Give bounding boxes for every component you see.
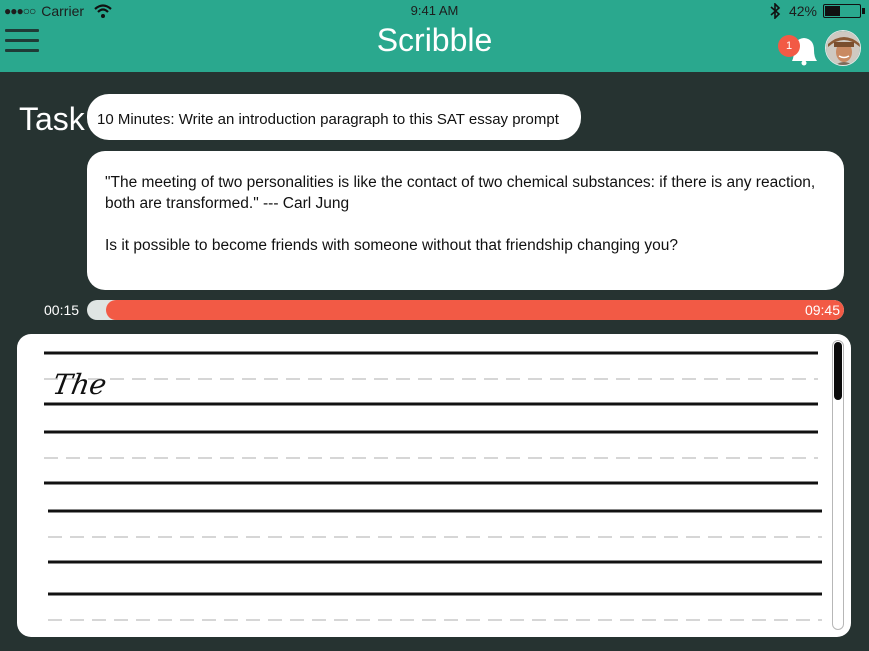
ruled-lines bbox=[44, 351, 822, 621]
menu-icon[interactable] bbox=[5, 29, 39, 55]
essay-prompt-card: "The meeting of two personalities is lik… bbox=[87, 151, 844, 290]
timer-progress-bar bbox=[87, 300, 844, 320]
bluetooth-icon bbox=[770, 3, 781, 19]
carrier-label: Carrier bbox=[41, 3, 85, 19]
status-time: 9:41 AM bbox=[410, 3, 459, 18]
handwriting-canvas[interactable]: The bbox=[17, 334, 851, 637]
notification-badge: 1 bbox=[778, 35, 800, 57]
avatar-image bbox=[826, 31, 860, 65]
battery-percent: 42% bbox=[788, 3, 817, 19]
app-header: ●●●○○ Carrier 9:41 AM 42% Scribble 1 bbox=[0, 0, 869, 72]
wifi-icon bbox=[94, 4, 112, 18]
task-heading: Task bbox=[19, 101, 85, 137]
handwritten-text: The bbox=[50, 368, 110, 401]
avatar[interactable] bbox=[825, 30, 861, 66]
status-bar-left: ●●●○○ Carrier bbox=[4, 3, 112, 19]
scrollbar-thumb[interactable] bbox=[834, 342, 842, 400]
status-bar-right: 42% bbox=[769, 3, 865, 19]
prompt-question: Is it possible to become friends with so… bbox=[105, 237, 678, 254]
battery-icon bbox=[823, 4, 865, 18]
prompt-quote-line-2: both are transformed." --- Carl Jung bbox=[105, 195, 350, 212]
notifications-button[interactable]: 1 bbox=[778, 30, 822, 66]
remaining-time: 09:45 bbox=[804, 302, 840, 318]
prompt-quote-line-1: "The meeting of two personalities is lik… bbox=[105, 174, 816, 191]
timer-progress-fill bbox=[105, 300, 844, 320]
app-title: Scribble bbox=[376, 22, 493, 58]
writing-scrollbar[interactable] bbox=[832, 340, 844, 630]
elapsed-time: 00:15 bbox=[44, 302, 80, 318]
task-summary: 10 Minutes: Write an introduction paragr… bbox=[87, 94, 581, 140]
signal-dots-icon: ●●●○○ bbox=[4, 4, 36, 18]
